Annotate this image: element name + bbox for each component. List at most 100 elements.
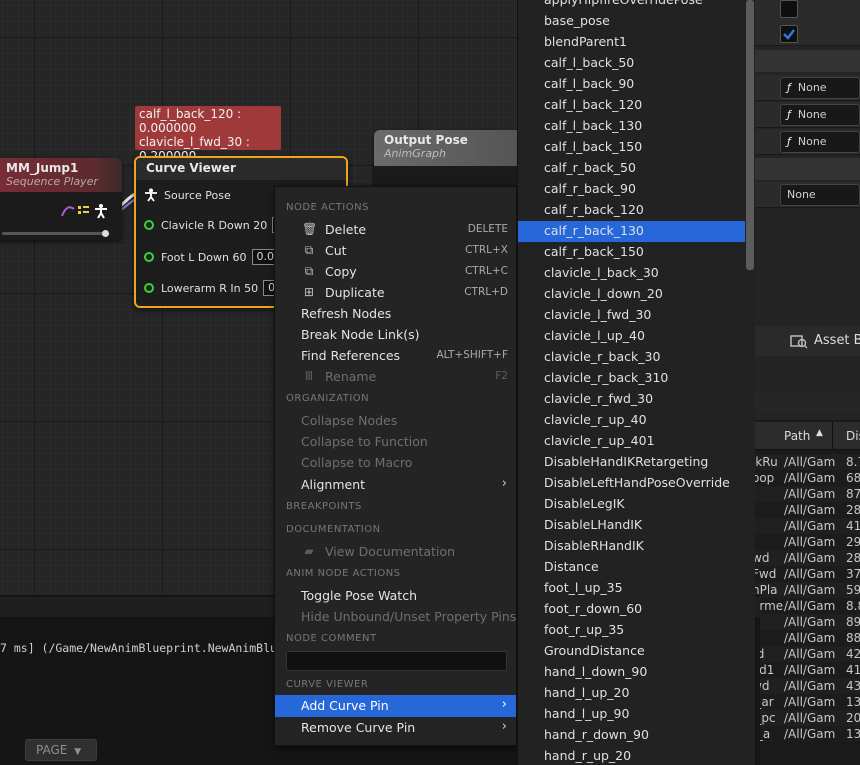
menu-item-alignment[interactable]: Alignment › [275, 474, 516, 495]
curve-pin[interactable]: Foot L Down 60 0.0 [144, 249, 279, 265]
table-row[interactable]: l_ar/All/Gam 13 [752, 694, 860, 710]
menu-item-collapse-nodes: Collapse Nodes [275, 410, 516, 431]
menu-item-refresh-nodes[interactable]: Refresh Nodes [275, 303, 516, 324]
curve-submenu-item[interactable]: calf_l_back_130 [518, 116, 745, 137]
curve-submenu-item[interactable]: hand_r_up_20 [518, 746, 745, 765]
table-row[interactable]: /All/Gam 88 [752, 630, 860, 646]
curve-submenu-item[interactable]: applyHipfireOverridePose [518, 0, 745, 11]
checkbox[interactable] [780, 0, 798, 18]
curve-submenu-item[interactable]: clavicle_l_down_20 [518, 284, 745, 305]
menu-item-shortcut: DELETE [467, 223, 508, 235]
curve-submenu-item[interactable]: DisableLeftHandPoseOverride [518, 473, 745, 494]
table-row[interactable]: l_pc/All/Gam 20 [752, 710, 860, 726]
node-comment-input[interactable] [286, 651, 507, 671]
curve-submenu-item[interactable]: clavicle_r_fwd_30 [518, 389, 745, 410]
menu-item-shortcut: ALT+SHIFT+F [436, 349, 508, 361]
curve-submenu-item[interactable]: clavicle_r_back_30 [518, 347, 745, 368]
node-icons [61, 204, 107, 219]
curve-submenu-item[interactable]: foot_r_up_35 [518, 620, 745, 641]
table-row[interactable]: rd/All/Gam42 [752, 646, 860, 662]
table-row[interactable]: lkRu/All/Gam 8.7 [752, 454, 860, 470]
table-row[interactable]: wd/All/Gam 43 [752, 678, 860, 694]
curve-submenu-item[interactable]: DisableRHandIK [518, 536, 745, 557]
curve-submenu-item[interactable]: foot_l_up_35 [518, 578, 745, 599]
function-icon: ƒ [787, 108, 791, 121]
menu-item-cut[interactable]: ⧉ Cut CTRL+X [275, 240, 516, 261]
curve-name-label: Distance [544, 559, 599, 574]
curve-submenu-item[interactable]: hand_l_up_90 [518, 704, 745, 725]
curve-submenu-item[interactable]: clavicle_r_back_310 [518, 368, 745, 389]
menu-item-collapse-to-macro: Collapse to Macro [275, 452, 516, 473]
curve-submenu-item[interactable]: calf_r_back_90 [518, 179, 745, 200]
table-row[interactable]: /All/Gam 29 [752, 534, 860, 550]
table-row[interactable]: /All/Gam 87 [752, 486, 860, 502]
checkbox-checked[interactable] [780, 25, 798, 43]
sequence-player-node[interactable]: MM_Jump1 Sequence Player [0, 158, 122, 240]
curve-submenu-item[interactable]: calf_r_back_130 [518, 221, 745, 242]
dist-column-header[interactable]: Dis [846, 429, 860, 443]
table-cell-dist: 37 [846, 567, 860, 581]
curve-submenu-item[interactable]: calf_r_back_150 [518, 242, 745, 263]
table-row[interactable]: /All/Gam 28 [752, 502, 860, 518]
curve-submenu-item[interactable]: calf_r_back_120 [518, 200, 745, 221]
menu-item-copy[interactable]: ⧉ Copy CTRL+C [275, 261, 516, 282]
submenu-scrollbar[interactable] [746, 0, 754, 270]
page-button[interactable]: PAGE ▼ [25, 739, 97, 761]
curve-submenu-item[interactable]: clavicle_r_up_40 [518, 410, 745, 431]
curve-name-label: foot_r_down_60 [544, 601, 643, 616]
table-row[interactable]: Fwd/All/Gam 37 [752, 566, 860, 582]
menu-item-duplicate[interactable]: ⊞ Duplicate CTRL+D [275, 282, 516, 303]
curve-submenu-item[interactable]: base_pose [518, 11, 745, 32]
menu-item-delete[interactable]: 🗑 Delete DELETE [275, 219, 516, 240]
curve-submenu-item[interactable]: GroundDistance [518, 641, 745, 662]
function-binding-dropdown[interactable]: ƒ None [780, 131, 860, 153]
table-row[interactable]: arme/All/Gam8.8 [752, 598, 860, 614]
curve-pin[interactable]: Lowerarm R In 50 0.0 [144, 280, 291, 296]
curve-name-label: blendParent1 [544, 34, 627, 49]
documentation-icon: ▰ [304, 544, 314, 558]
table-row[interactable]: r_a/All/Gam 13 [752, 726, 860, 742]
table-row[interactable]: vd1/All/Gam 41 [752, 662, 860, 678]
curve-submenu-item[interactable]: blendParent1 [518, 32, 745, 53]
curve-submenu-item[interactable]: DisableLHandIK [518, 515, 745, 536]
menu-item-add-curve-pin[interactable]: Add Curve Pin › [275, 695, 516, 717]
curve-submenu-item[interactable]: Distance [518, 557, 745, 578]
function-binding-dropdown[interactable]: ƒ None [780, 77, 860, 99]
menu-item-find-references[interactable]: Find References ALT+SHIFT+F [275, 345, 516, 366]
source-pose-pin[interactable]: Source Pose [144, 188, 231, 202]
menu-item-toggle-pose-watch[interactable]: Toggle Pose Watch [275, 585, 516, 606]
curve-pin[interactable]: Clavicle R Down 20 0. [144, 217, 293, 233]
curve-submenu-item[interactable]: DisableHandIKRetargeting [518, 452, 745, 473]
table-cell-dist: 42 [846, 647, 860, 661]
table-row[interactable]: /All/Gam 89 [752, 614, 860, 630]
curve-submenu-item[interactable]: hand_l_down_90 [518, 662, 745, 683]
table-row[interactable]: wd/All/Gam 28 [752, 550, 860, 566]
curve-submenu-item[interactable]: clavicle_r_up_401 [518, 431, 745, 452]
none-dropdown[interactable]: None [780, 184, 860, 206]
menu-item-break-links[interactable]: Break Node Link(s) [275, 324, 516, 345]
curve-name-label: calf_r_back_130 [544, 223, 644, 238]
function-binding-dropdown[interactable]: ƒ None [780, 104, 860, 126]
curve-submenu-item[interactable]: hand_r_down_90 [518, 725, 745, 746]
slider-handle[interactable] [102, 230, 109, 237]
curve-submenu-item[interactable]: foot_r_down_60 [518, 599, 745, 620]
curve-submenu-item[interactable]: calf_l_back_90 [518, 74, 745, 95]
curve-submenu-item[interactable]: DisableLegIK [518, 494, 745, 515]
table-row[interactable]: oop/All/Gam 68 [752, 470, 860, 486]
curve-submenu-item[interactable]: calf_l_back_120 [518, 95, 745, 116]
table-row[interactable]: /All/Gam 41 [752, 518, 860, 534]
curve-submenu-item[interactable]: calf_l_back_150 [518, 137, 745, 158]
curve-submenu-item[interactable]: calf_r_back_50 [518, 158, 745, 179]
curve-submenu-item[interactable]: clavicle_l_up_40 [518, 326, 745, 347]
node-title: Curve Viewer [146, 161, 236, 175]
curve-submenu-item[interactable]: calf_l_back_50 [518, 53, 745, 74]
table-row[interactable]: nPla/All/Gam 59 [752, 582, 860, 598]
curve-submenu-item[interactable]: hand_l_up_20 [518, 683, 745, 704]
curve-submenu-item[interactable]: clavicle_l_back_30 [518, 263, 745, 284]
path-column-header[interactable]: Path [784, 429, 810, 443]
asset-browser-tab[interactable]: Asset Br [752, 326, 860, 356]
asset-browser-toolbar [752, 392, 860, 412]
curve-submenu-item[interactable]: clavicle_l_fwd_30 [518, 305, 745, 326]
menu-item-remove-curve-pin[interactable]: Remove Curve Pin › [275, 717, 516, 738]
play-rate-slider[interactable] [2, 230, 109, 237]
